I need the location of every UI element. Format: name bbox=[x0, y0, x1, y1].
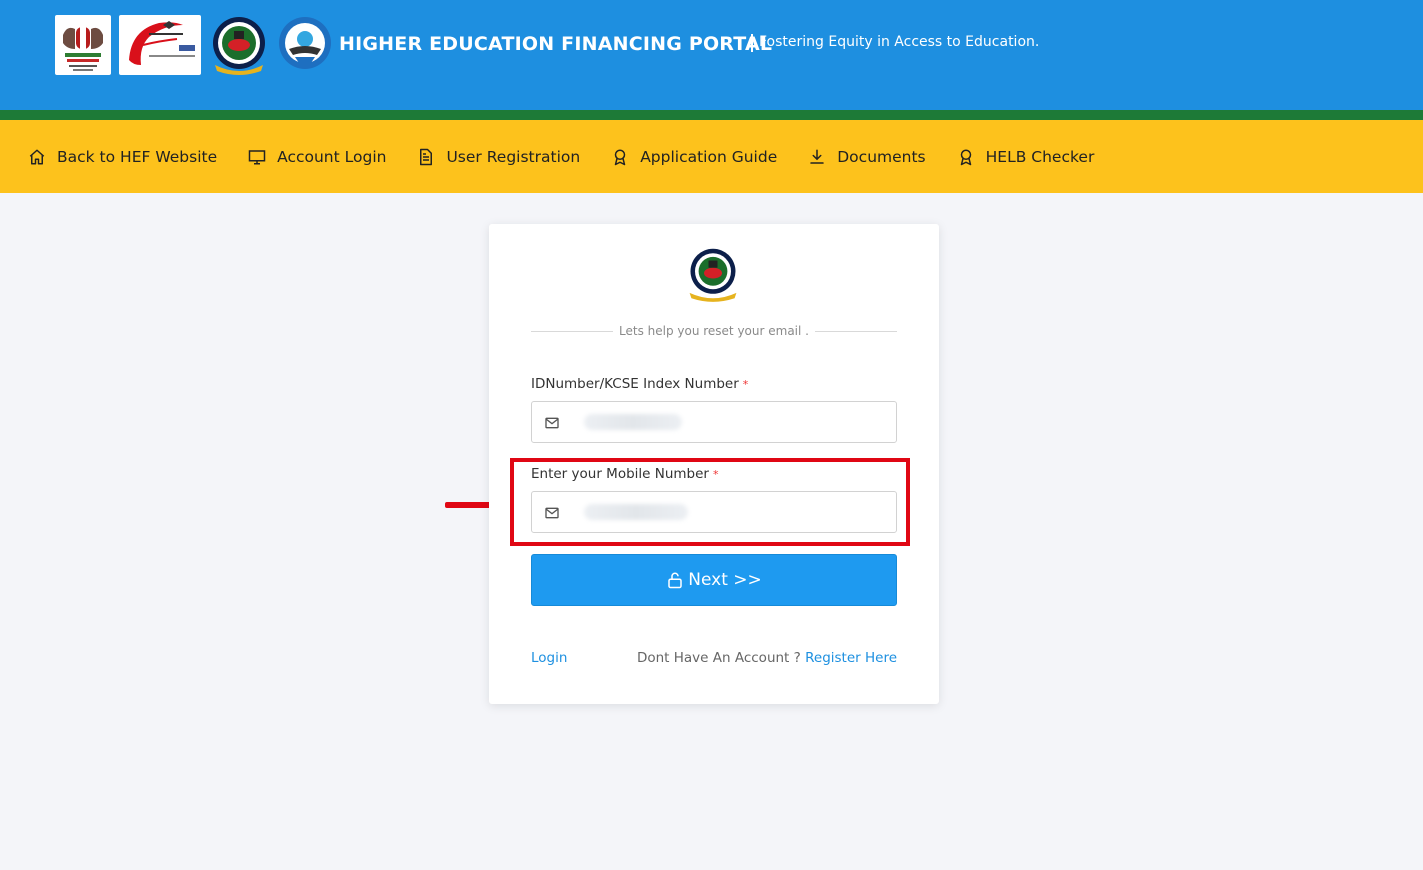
nav-label: User Registration bbox=[446, 147, 581, 166]
nav-documents[interactable]: Documents bbox=[806, 146, 926, 168]
login-link[interactable]: Login bbox=[531, 650, 567, 666]
download-icon bbox=[806, 146, 828, 168]
helb-logo bbox=[213, 17, 265, 75]
mail-icon bbox=[545, 507, 559, 519]
title-separator bbox=[751, 34, 753, 52]
header-green-strip bbox=[0, 110, 1423, 120]
universities-fund-logo bbox=[279, 17, 331, 69]
required-mark: * bbox=[742, 378, 749, 391]
mail-icon bbox=[545, 417, 559, 429]
nav-label: Application Guide bbox=[640, 147, 778, 166]
reset-card: Lets help you reset your email . IDNumbe… bbox=[489, 224, 939, 704]
id-number-field[interactable] bbox=[531, 401, 897, 443]
mobile-number-input[interactable] bbox=[582, 492, 882, 532]
nav-account-login[interactable]: Account Login bbox=[246, 146, 386, 168]
ministry-logo bbox=[119, 15, 201, 75]
id-number-input[interactable] bbox=[582, 402, 882, 442]
register-prompt: Dont Have An Account ? Register Here bbox=[637, 650, 897, 666]
next-button[interactable]: Next >> bbox=[531, 554, 897, 606]
next-button-label: Next >> bbox=[688, 570, 762, 590]
nav-label: Documents bbox=[837, 147, 926, 166]
home-icon bbox=[26, 146, 48, 168]
award-icon bbox=[609, 146, 631, 168]
document-icon bbox=[415, 146, 437, 168]
coat-of-arms-logo bbox=[55, 15, 111, 75]
nav-user-registration[interactable]: User Registration bbox=[415, 146, 580, 168]
mobile-number-field[interactable] bbox=[531, 491, 897, 533]
nav-application-guide[interactable]: Application Guide bbox=[609, 146, 777, 168]
partner-logos bbox=[55, 12, 333, 78]
helb-logo bbox=[689, 248, 737, 302]
portal-tagline: Fostering Equity in Access to Education. bbox=[759, 34, 1040, 50]
nav-label: Back to HEF Website bbox=[57, 147, 218, 166]
site-header: HIGHER EDUCATION FINANCING PORTAL Foster… bbox=[0, 0, 1423, 110]
mobile-number-label: Enter your Mobile Number * bbox=[531, 466, 719, 482]
nav-label: HELB Checker bbox=[985, 147, 1095, 166]
nav-back-to-hef-website[interactable]: Back to HEF Website bbox=[26, 146, 217, 168]
nav-helb-checker[interactable]: HELB Checker bbox=[955, 146, 1095, 168]
no-account-text: Dont Have An Account ? bbox=[636, 650, 801, 666]
portal-title: HIGHER EDUCATION FINANCING PORTAL bbox=[339, 33, 773, 55]
monitor-icon bbox=[246, 146, 268, 168]
nav-label: Account Login bbox=[277, 147, 387, 166]
award-icon bbox=[955, 146, 977, 168]
unlock-icon bbox=[668, 572, 682, 589]
register-here-link[interactable]: Register Here bbox=[805, 650, 897, 666]
required-mark: * bbox=[712, 468, 719, 481]
id-number-label: IDNumber/KCSE Index Number * bbox=[531, 376, 749, 392]
main-nav: Back to HEF Website Account Login User R… bbox=[0, 120, 1423, 193]
reset-subtitle: Lets help you reset your email . bbox=[619, 324, 809, 338]
